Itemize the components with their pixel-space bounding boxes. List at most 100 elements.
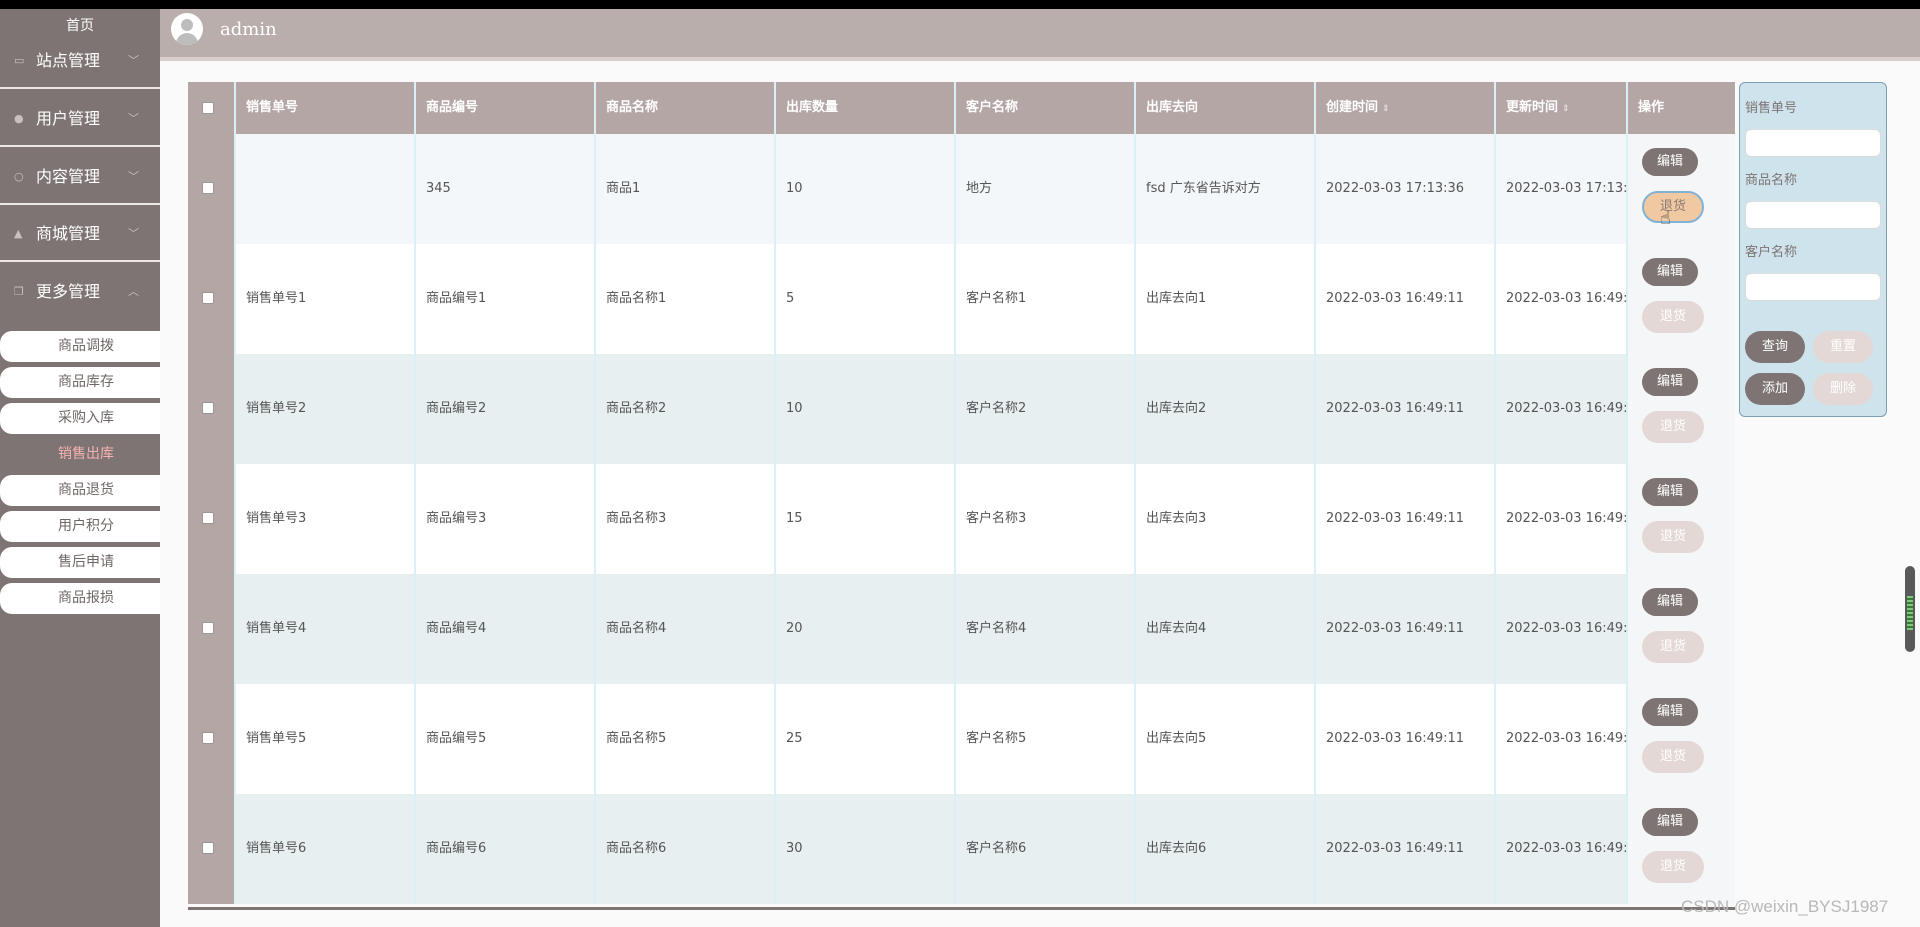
sidebar: 首页 ▭ 站点管理 ﹀ ● 用户管理 ﹀ ○ 内容管理 ﹀ ▲ 商城管理 ﹀ ❐… xyxy=(0,9,160,927)
sidebar-item-points[interactable]: 用户积分 xyxy=(0,511,160,542)
search-label-sales-no: 销售单号 xyxy=(1745,101,1798,116)
cell-customer: 客户名称5 xyxy=(956,684,1136,794)
table-row: 销售单号6 商品编号6 商品名称6 30 客户名称6 出库去向6 2022-03-03 16… xyxy=(188,794,1735,904)
cell-quantity: 25 xyxy=(776,684,956,794)
table-row: 销售单号1 商品编号1 商品名称1 5 客户名称1 出库去向1 2022-03-03 16:… xyxy=(188,244,1735,354)
edit-button[interactable]: 编辑 xyxy=(1642,808,1698,836)
edit-button[interactable]: 编辑 xyxy=(1642,368,1698,396)
cell-quantity: 30 xyxy=(776,794,956,904)
cell-sales-no: 销售单号1 xyxy=(236,244,416,354)
cell-destination: 出库去向4 xyxy=(1136,574,1316,684)
cell-sales-no xyxy=(236,134,416,244)
cell-updated: 2022-03-03 16:49:11 xyxy=(1496,464,1628,574)
row-select-cell xyxy=(188,794,236,904)
cell-quantity: 10 xyxy=(776,354,956,464)
cell-product-code: 商品编号6 xyxy=(416,794,596,904)
cell-created: 2022-03-03 16:49:11 xyxy=(1316,464,1496,574)
sidebar-item-inventory[interactable]: 商品库存 xyxy=(0,367,160,398)
cell-created: 2022-03-03 16:49:11 xyxy=(1316,574,1496,684)
sidebar-item-purchase-in[interactable]: 采购入库 xyxy=(0,403,160,434)
delete-button[interactable]: 删除 xyxy=(1813,373,1873,405)
search-label-product-name: 商品名称 xyxy=(1745,173,1798,188)
row-checkbox[interactable] xyxy=(202,732,214,744)
row-actions: 编辑 退货 xyxy=(1628,354,1735,464)
cell-customer: 客户名称1 xyxy=(956,244,1136,354)
app-root: 首页 ▭ 站点管理 ﹀ ● 用户管理 ﹀ ○ 内容管理 ﹀ ▲ 商城管理 ﹀ ❐… xyxy=(0,0,1920,927)
row-select-cell xyxy=(188,684,236,794)
row-checkbox[interactable] xyxy=(202,182,214,194)
sort-icon: ⇕ xyxy=(1382,104,1390,114)
bag-icon: ▲ xyxy=(14,227,23,240)
table-row: 345 商品1 10 地方 fsd 广东省告诉对方 2022-03-03 17:13:36… xyxy=(188,134,1735,244)
sidebar-group-site[interactable]: ▭ 站点管理 ﹀ xyxy=(0,33,160,89)
sidebar-group-content[interactable]: ○ 内容管理 ﹀ xyxy=(0,149,160,205)
edit-button[interactable]: 编辑 xyxy=(1642,478,1698,506)
return-button[interactable]: 退货 xyxy=(1642,851,1704,883)
col-created[interactable]: 创建时间 ⇕ xyxy=(1316,82,1496,134)
edit-button[interactable]: 编辑 xyxy=(1642,698,1698,726)
sidebar-item-aftersales[interactable]: 售后申请 xyxy=(0,547,160,578)
edit-button[interactable]: 编辑 xyxy=(1642,588,1698,616)
return-button[interactable]: 退货 xyxy=(1642,741,1704,773)
search-input-product-name[interactable] xyxy=(1745,201,1881,229)
row-checkbox[interactable] xyxy=(202,842,214,854)
sidebar-group-mall[interactable]: ▲ 商城管理 ﹀ xyxy=(0,206,160,262)
return-button[interactable]: 退货 xyxy=(1642,411,1704,443)
row-checkbox[interactable] xyxy=(202,292,214,304)
sidebar-item-sales-out[interactable]: 销售出库 xyxy=(0,439,160,470)
return-button[interactable]: 退货 xyxy=(1642,301,1704,333)
col-customer: 客户名称 xyxy=(956,82,1136,134)
search-input-customer[interactable] xyxy=(1745,273,1881,301)
sidebar-group-more[interactable]: ❐ 更多管理 ︿ xyxy=(0,264,160,320)
cell-updated: 2022-03-03 16:49:11 xyxy=(1496,244,1628,354)
edit-button[interactable]: 编辑 xyxy=(1642,148,1698,176)
sidebar-item-damage[interactable]: 商品报损 xyxy=(0,583,160,614)
row-actions: 编辑 退货 xyxy=(1628,684,1735,794)
row-actions: 编辑 退货 xyxy=(1628,794,1735,904)
cell-product-code: 商品编号5 xyxy=(416,684,596,794)
table-row: 销售单号2 商品编号2 商品名称2 10 客户名称2 出库去向2 2022-03-03 16… xyxy=(188,354,1735,464)
query-button[interactable]: 查询 xyxy=(1745,331,1805,363)
cell-updated: 2022-03-03 16:49:11 xyxy=(1496,684,1628,794)
chevron-down-icon: ﹀ xyxy=(128,170,139,183)
cell-quantity: 15 xyxy=(776,464,956,574)
sidebar-item-returns[interactable]: 商品退货 xyxy=(0,475,160,506)
reset-button[interactable]: 重置 xyxy=(1813,331,1873,363)
sidebar-group-users[interactable]: ● 用户管理 ﹀ xyxy=(0,91,160,147)
row-select-cell xyxy=(188,354,236,464)
cell-destination: 出库去向6 xyxy=(1136,794,1316,904)
vertical-scrollbar[interactable] xyxy=(1905,566,1915,652)
sidebar-group-label: 站点管理 xyxy=(36,51,101,70)
row-select-cell xyxy=(188,244,236,354)
return-button[interactable]: 退货 xyxy=(1642,631,1704,663)
row-actions: 编辑 退货 xyxy=(1628,574,1735,684)
col-actions: 操作 xyxy=(1638,100,1665,115)
cell-customer: 客户名称6 xyxy=(956,794,1136,904)
return-button[interactable]: 退货 xyxy=(1642,521,1704,553)
select-all-checkbox[interactable] xyxy=(202,102,214,114)
monitor-icon: ▭ xyxy=(14,54,25,67)
add-button[interactable]: 添加 xyxy=(1745,373,1805,405)
row-checkbox[interactable] xyxy=(202,622,214,634)
cell-created: 2022-03-03 16:49:11 xyxy=(1316,354,1496,464)
col-updated[interactable]: 更新时间 ⇕ xyxy=(1496,82,1628,134)
search-input-sales-no[interactable] xyxy=(1745,129,1881,157)
row-checkbox[interactable] xyxy=(202,512,214,524)
row-select-cell xyxy=(188,134,236,244)
chevron-down-icon: ﹀ xyxy=(128,112,139,125)
row-checkbox[interactable] xyxy=(202,402,214,414)
col-quantity: 出库数量 xyxy=(776,82,956,134)
col-product-code: 商品编号 xyxy=(416,82,596,134)
avatar[interactable] xyxy=(171,13,203,45)
table-row: 销售单号3 商品编号3 商品名称3 15 客户名称3 出库去向3 2022-03-03 16… xyxy=(188,464,1735,574)
sidebar-item-transfer[interactable]: 商品调拨 xyxy=(0,331,160,362)
cell-customer: 客户名称4 xyxy=(956,574,1136,684)
cell-customer: 客户名称3 xyxy=(956,464,1136,574)
cell-updated: 2022-03-03 16:49:11 xyxy=(1496,574,1628,684)
cell-updated: 2022-03-03 16:49:11 xyxy=(1496,794,1628,904)
table-header: 销售单号 商品编号 商品名称 出库数量 客户名称 出库去向 创建时间 ⇕ 更新时间… xyxy=(188,82,1735,134)
cell-sales-no: 销售单号2 xyxy=(236,354,416,464)
edit-button[interactable]: 编辑 xyxy=(1642,258,1698,286)
chevron-up-icon: ︿ xyxy=(128,285,139,298)
cell-created: 2022-03-03 16:49:11 xyxy=(1316,684,1496,794)
